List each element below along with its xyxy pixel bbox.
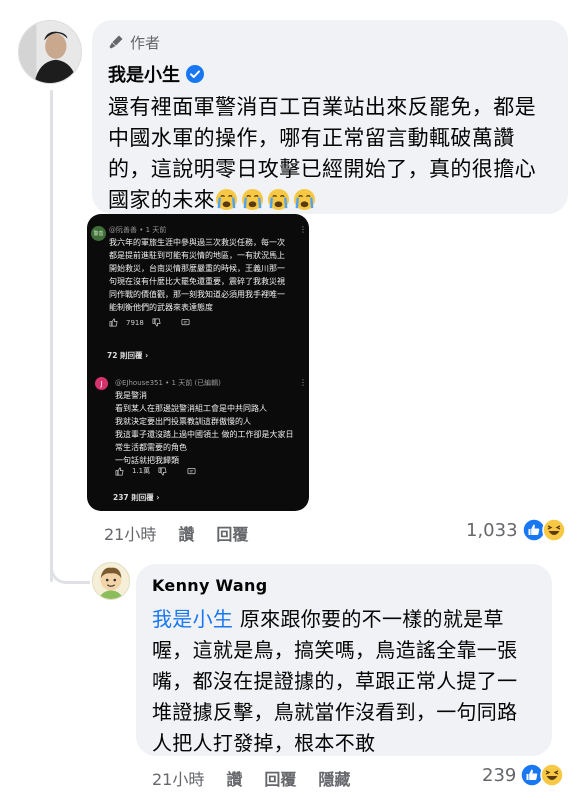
verified-badge-icon [186,65,204,83]
embedded-line: 我就決定要出門投票教訓這群傲慢的人 [115,417,251,426]
main-comment-time[interactable]: 21小時 [104,521,156,545]
embedded-line: 我是警消 [115,391,147,400]
embedded-stats-2: 1.1萬 [115,466,196,476]
crying-emoji-row [215,188,316,211]
reply-reactions[interactable]: 239 [482,763,565,787]
embedded-replies-2: 237 則回覆 › [113,493,160,502]
haha-reaction-icon [541,518,566,542]
haha-reaction-icon [540,763,565,787]
embedded-handle-1: @阮善善 • 1 天前 [109,226,167,234]
thumbs-down-icon [152,318,161,327]
main-comment-text: 還有裡面軍警消百工百業站出來反罷免，都是中國水軍的操作，哪有正常留言動輒破萬讚的… [108,92,552,216]
main-comment-actions: 21小時 讚 回覆 [104,521,270,545]
reply-author-name[interactable]: Kenny Wang [152,576,536,600]
reply-bubble-icon [181,318,190,326]
author-name[interactable]: 我是小生 [108,61,180,87]
more-options-icon: ⋮ [299,378,307,387]
reply-comment-bubble: Kenny Wang 我是小生 原來跟你要的不一樣的就是草喔，這就是鳥，搞笑嗎，… [136,564,552,756]
crying-face-icon [215,188,238,211]
author-avatar-image [19,21,81,83]
reply-bubble-icon [187,467,196,474]
embedded-line: 能制衡他們的武器來表達態度 [109,303,213,312]
embedded-comment-1-body: 我六年的軍旅生涯中參與過三次救災任務，每一次 都是提前進駐到可能有災情的地區，一… [109,236,305,314]
embedded-likes-1: 7918 [126,318,144,327]
reply-avatar-image [93,563,129,599]
reply-hide-button[interactable]: 隱藏 [318,766,350,790]
main-like-button[interactable]: 讚 [178,521,194,545]
embedded-line: 同作戰的價值觀，那一刻我知道必須用我手裡唯一 [109,290,285,299]
reply-comment-time[interactable]: 21小時 [152,766,204,790]
embedded-replies-2-label: 237 則回覆 [113,493,154,502]
microphone-icon [109,35,123,49]
thumbs-up-icon [115,467,124,475]
embedded-line: 我六年的軍旅生涯中參與過三次救災任務，每一次 [109,238,285,247]
embedded-line: 常生活都需要的角色 [115,443,187,452]
embedded-replies-1: 72 則回覆 › [107,351,149,360]
embedded-line: 都是提前進駐到可能有災情的地區，一有狀況馬上 [109,251,285,260]
embedded-avatar-2: J [95,377,108,390]
author-badge-label: 作者 [130,33,161,52]
thumbs-up-icon [109,318,118,327]
embedded-line: 我這輩子還沒踏上過中國領土 做的工作卻是大家日 [115,430,294,439]
embedded-replies-1-label: 72 則回覆 [107,351,143,360]
thread-line [50,90,53,582]
reply-reply-button[interactable]: 回覆 [264,766,296,790]
main-comment-bubble: 作者 我是小生 還有裡面軍警消百工百業站出來反罷免，都是中國水軍的操作，哪有正常… [92,20,568,214]
reply-author-avatar[interactable] [92,562,130,600]
thread-line-curve [50,540,90,584]
mention-link[interactable]: 我是小生 [152,607,233,631]
reply-comment-actions: 21小時 讚 回覆 隱藏 [152,766,372,790]
author-avatar[interactable] [18,20,82,84]
embedded-handle-2: @EJhouse351 • 1 天前 (已編輯) [115,379,221,387]
embedded-comment-2-body: 我是警消 看到某人在那邊說警消組工會是中共同路人 我就決定要出門投票教訓這群傲慢… [115,389,305,467]
embedded-avatar-1: 警善 [91,226,106,241]
crying-face-icon [241,188,264,211]
embedded-line: 句現在沒有什麼比大罷免還重要，震碎了我救災視 [109,277,285,286]
more-options-icon: ⋮ [299,225,307,234]
crying-face-icon [293,188,316,211]
crying-face-icon [267,188,290,211]
reply-like-button[interactable]: 讚 [226,766,242,790]
embedded-likes-2: 1.1萬 [132,467,151,475]
embedded-stats-1: 7918 [109,318,190,327]
thumbs-down-icon [158,467,167,475]
embedded-screenshot[interactable]: 警善 @阮善善 • 1 天前 ⋮ 我六年的軍旅生涯中參與過三次救災任務，每一次 … [87,214,309,511]
embedded-line: 看到某人在那邊說警消組工會是中共同路人 [115,404,267,413]
reply-comment-text: 我是小生 原來跟你要的不一樣的就是草喔，這就是鳥，搞笑嗎，鳥造謠全靠一張嘴，都沒… [152,604,536,759]
reply-reaction-count: 239 [482,764,517,786]
main-reaction-count: 1,033 [466,519,518,541]
embedded-line: 開始救災，台南災情那麼嚴重的時候，王義川那一 [109,264,285,273]
main-comment-body: 還有裡面軍警消百工百業站出來反罷免，都是中國水軍的操作，哪有正常留言動輒破萬讚的… [108,95,536,212]
author-badge: 作者 [108,32,552,52]
main-reply-button[interactable]: 回覆 [216,521,248,545]
main-reactions[interactable]: 1,033 [466,518,566,542]
author-name-row: 我是小生 [108,62,552,86]
